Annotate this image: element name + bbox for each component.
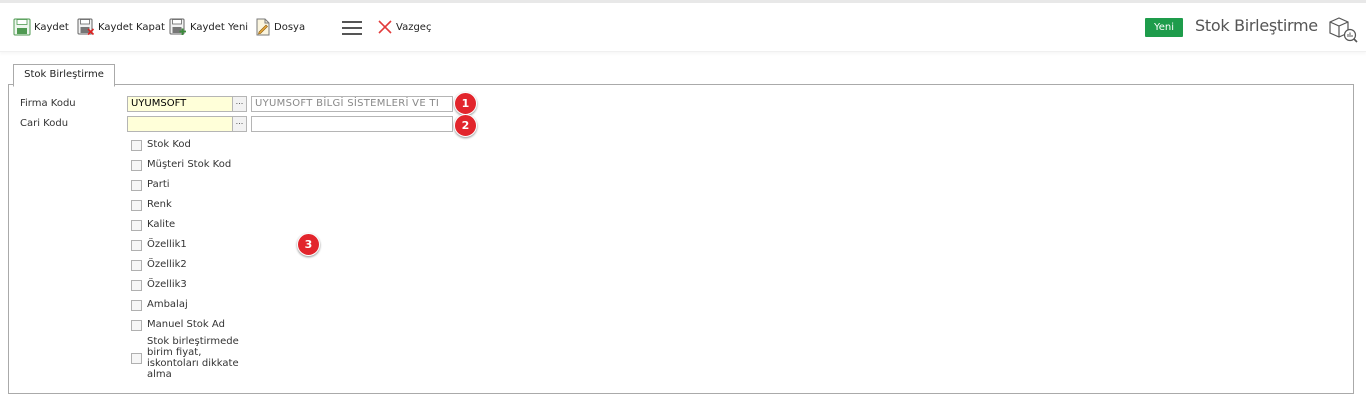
- kalite-label: Kalite: [147, 219, 176, 230]
- ozellik3-label: Özellik3: [147, 279, 187, 290]
- save-label: Kaydet: [34, 21, 69, 33]
- option-parti[interactable]: Parti: [131, 179, 170, 191]
- save-icon: [13, 18, 31, 36]
- renk-label: Renk: [147, 199, 172, 210]
- birim-fiyat-label: Stok birleştirmede birim fiyat, iskontol…: [147, 336, 239, 380]
- ozellik3-checkbox[interactable]: [131, 280, 142, 291]
- cube-report-icon[interactable]: [1326, 15, 1358, 43]
- save-close-label: Kaydet Kapat: [98, 21, 165, 33]
- birim-fiyat-checkbox[interactable]: [131, 353, 142, 364]
- option-stok-kod[interactable]: Stok Kod: [131, 139, 191, 151]
- annotation-marker-1: 1: [454, 92, 477, 115]
- menu-icon[interactable]: [342, 21, 362, 35]
- cancel-button[interactable]: Vazgeç: [377, 17, 431, 37]
- kalite-checkbox[interactable]: [131, 220, 142, 231]
- save-close-button[interactable]: Kaydet Kapat: [77, 17, 165, 37]
- file-label: Dosya: [274, 21, 306, 33]
- file-icon: [256, 18, 270, 36]
- firma-adi-field[interactable]: UYUMSOFT BİLGİ SİSTEMLERİ VE TI: [251, 96, 453, 112]
- option-birim-fiyat[interactable]: Stok birleştirmede birim fiyat, iskontol…: [131, 336, 247, 380]
- parti-checkbox[interactable]: [131, 180, 142, 191]
- stok-kod-label: Stok Kod: [147, 139, 191, 150]
- cari-adi-field[interactable]: [251, 116, 453, 132]
- option-manuel-stok-ad[interactable]: Manuel Stok Ad: [131, 319, 225, 331]
- ambalaj-label: Ambalaj: [147, 299, 188, 310]
- file-button[interactable]: Dosya: [255, 17, 305, 37]
- musteri-stok-kod-checkbox[interactable]: [131, 160, 142, 171]
- toolbar: Kaydet Kaydet Kapat Kaydet Yeni Dosya Va…: [0, 3, 1366, 52]
- cari-kodu-lookup-button[interactable]: ...: [232, 116, 247, 132]
- ozellik2-label: Özellik2: [147, 259, 187, 270]
- stok-kod-checkbox[interactable]: [131, 140, 142, 151]
- option-renk[interactable]: Renk: [131, 199, 172, 211]
- tab-stok-birlestirme[interactable]: Stok Birleştirme: [13, 64, 115, 87]
- save-new-label: Kaydet Yeni: [190, 21, 249, 33]
- ozellik1-label: Özellik1: [147, 239, 187, 250]
- musteri-stok-kod-label: Müşteri Stok Kod: [147, 159, 232, 170]
- ambalaj-checkbox[interactable]: [131, 300, 142, 311]
- manuel-stok-ad-checkbox[interactable]: [131, 320, 142, 331]
- status-badge: Yeni: [1145, 18, 1183, 37]
- option-ambalaj[interactable]: Ambalaj: [131, 299, 188, 311]
- option-ozellik3[interactable]: Özellik3: [131, 279, 187, 291]
- annotation-marker-3: 3: [297, 233, 320, 256]
- firma-kodu-label: Firma Kodu: [20, 98, 76, 109]
- renk-checkbox[interactable]: [131, 200, 142, 211]
- firma-kodu-lookup-button[interactable]: ...: [232, 96, 247, 112]
- manuel-stok-ad-label: Manuel Stok Ad: [147, 319, 225, 330]
- cari-kodu-label: Cari Kodu: [20, 118, 69, 129]
- save-close-icon: [77, 18, 95, 36]
- ozellik1-checkbox[interactable]: [131, 240, 142, 251]
- option-musteri-stok-kod[interactable]: Müşteri Stok Kod: [131, 159, 231, 171]
- ozellik2-checkbox[interactable]: [131, 260, 142, 271]
- option-kalite[interactable]: Kalite: [131, 219, 175, 231]
- close-icon: [378, 20, 392, 34]
- page-title: Stok Birleştirme: [1195, 16, 1318, 35]
- parti-label: Parti: [147, 179, 170, 190]
- save-new-button[interactable]: Kaydet Yeni: [169, 17, 248, 37]
- cari-kodu-input[interactable]: [127, 116, 235, 132]
- save-button[interactable]: Kaydet: [13, 17, 69, 37]
- option-ozellik1[interactable]: Özellik1: [131, 239, 187, 251]
- annotation-marker-2: 2: [454, 114, 477, 137]
- cancel-label: Vazgeç: [396, 21, 432, 33]
- save-new-icon: [169, 18, 186, 35]
- option-ozellik2[interactable]: Özellik2: [131, 259, 187, 271]
- firma-kodu-input[interactable]: UYUMSOFT: [127, 96, 235, 112]
